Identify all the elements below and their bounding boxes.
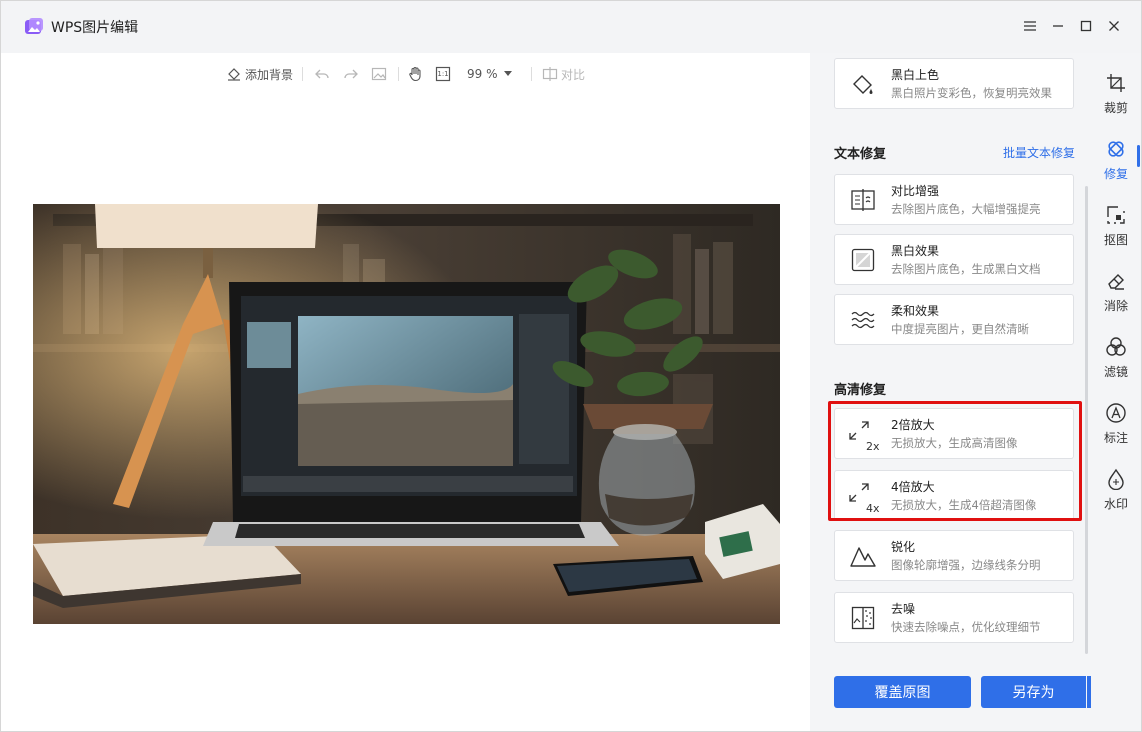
undo-icon bbox=[314, 66, 330, 82]
hd-repair-heading: 高清修复 bbox=[834, 383, 887, 398]
card-desc: 中度提亮图片，更自然清晰 bbox=[891, 321, 1029, 336]
compare-label: 对比 bbox=[561, 67, 586, 82]
repair-icon bbox=[1105, 136, 1127, 162]
paint-bucket-icon bbox=[226, 66, 242, 82]
overwrite-original-button[interactable]: 覆盖原图 bbox=[834, 676, 971, 708]
repair-panel: 黑白上色 黑白照片变彩色，恢复明亮效果 文本修复 批量文本修复 对比增强 去除图… bbox=[810, 53, 1118, 731]
card-title: 去噪 bbox=[891, 601, 916, 616]
hand-icon bbox=[407, 66, 423, 82]
add-background-label: 添加背景 bbox=[245, 67, 294, 82]
rail-label: 标注 bbox=[1103, 431, 1128, 445]
sharpen-card[interactable]: 锐化 图像轮廓增强，边缘线条分明 bbox=[834, 530, 1074, 581]
bw-effect-icon bbox=[835, 247, 891, 273]
zoom-select[interactable]: 99 % bbox=[467, 63, 512, 85]
toolbar-divider bbox=[398, 67, 399, 81]
save-as-button[interactable]: 另存为 bbox=[981, 676, 1086, 708]
card-desc: 黑白照片变彩色，恢复明亮效果 bbox=[891, 85, 1052, 100]
paint-bucket-icon bbox=[835, 71, 891, 97]
add-background-button[interactable]: 添加背景 bbox=[226, 63, 293, 85]
card-desc: 快速去除噪点，优化纹理细节 bbox=[891, 619, 1041, 634]
cutout-icon bbox=[1106, 202, 1126, 228]
app-title: WPS图片编辑 bbox=[51, 20, 139, 36]
toolbar-divider bbox=[302, 67, 303, 81]
card-desc: 图像轮廓增强，边缘线条分明 bbox=[891, 557, 1041, 572]
card-desc: 去除图片底色，生成黑白文档 bbox=[891, 261, 1041, 276]
canvas-toolbar: 添加背景 1:1 99 % 对比 bbox=[1, 63, 810, 87]
rail-label: 修复 bbox=[1103, 167, 1128, 181]
rail-label: 消除 bbox=[1103, 299, 1128, 313]
wps-photo-logo-icon bbox=[24, 17, 44, 37]
rail-label: 抠图 bbox=[1103, 233, 1128, 247]
panel-scrollbar[interactable] bbox=[1085, 186, 1088, 654]
contrast-enhance-icon bbox=[835, 187, 891, 213]
card-title: 锐化 bbox=[891, 539, 916, 554]
tool-rail: 裁剪 修复 抠图 消除 滤镜 标注 水印 bbox=[1091, 53, 1141, 731]
card-desc: 去除图片底色，大幅增强提亮 bbox=[891, 201, 1041, 216]
rail-item-watermark[interactable]: 水印 bbox=[1091, 466, 1141, 522]
eraser-icon bbox=[1106, 268, 1126, 294]
rail-label: 裁剪 bbox=[1103, 101, 1128, 115]
rail-item-annotate[interactable]: 标注 bbox=[1091, 400, 1141, 456]
compare-icon bbox=[542, 66, 558, 82]
rail-item-repair[interactable]: 修复 bbox=[1091, 136, 1141, 192]
rail-item-filter[interactable]: 滤镜 bbox=[1091, 334, 1141, 390]
soft-effect-card[interactable]: 柔和效果 中度提亮图片，更自然清晰 bbox=[834, 294, 1074, 345]
undo-button[interactable] bbox=[314, 63, 330, 85]
rail-label: 水印 bbox=[1103, 497, 1128, 511]
image-button[interactable] bbox=[371, 63, 387, 85]
text-repair-heading: 文本修复 bbox=[834, 147, 887, 162]
redo-button[interactable] bbox=[343, 63, 359, 85]
rail-label: 滤镜 bbox=[1103, 365, 1128, 379]
image-canvas: 添加背景 1:1 99 % 对比 bbox=[1, 53, 810, 731]
soft-wave-icon bbox=[835, 309, 891, 331]
zoom-value: 99 % bbox=[467, 67, 498, 81]
chevron-down-icon bbox=[503, 71, 512, 77]
annotate-icon bbox=[1105, 400, 1127, 426]
title-bar: WPS图片编辑 bbox=[1, 1, 1141, 53]
sharpen-icon bbox=[835, 544, 891, 568]
actual-size-icon: 1:1 bbox=[435, 66, 451, 82]
pan-hand-button[interactable] bbox=[407, 63, 423, 85]
close-button[interactable] bbox=[1104, 16, 1124, 36]
filter-icon bbox=[1105, 334, 1127, 360]
menu-icon[interactable] bbox=[1020, 16, 1040, 36]
maximize-button[interactable] bbox=[1076, 16, 1096, 36]
image-icon bbox=[371, 66, 387, 82]
contrast-enhance-card[interactable]: 对比增强 去除图片底色，大幅增强提亮 bbox=[834, 174, 1074, 225]
compare-button[interactable]: 对比 bbox=[542, 63, 585, 85]
rail-item-cutout[interactable]: 抠图 bbox=[1091, 202, 1141, 258]
rail-item-crop[interactable]: 裁剪 bbox=[1091, 70, 1141, 126]
minimize-button[interactable] bbox=[1048, 16, 1068, 36]
batch-text-repair-link[interactable]: 批量文本修复 bbox=[1003, 144, 1075, 161]
denoise-icon bbox=[835, 605, 891, 631]
card-title: 柔和效果 bbox=[891, 303, 940, 318]
app-window: WPS图片编辑 添加背景 1:1 99 % 对比 黑白上色 黑白照片变彩色，恢复… bbox=[0, 0, 1142, 732]
crop-icon bbox=[1106, 70, 1126, 96]
denoise-card[interactable]: 去噪 快速去除噪点，优化纹理细节 bbox=[834, 592, 1074, 643]
bw-effect-card[interactable]: 黑白效果 去除图片底色，生成黑白文档 bbox=[834, 234, 1074, 285]
actual-size-ratio: 1:1 bbox=[437, 70, 449, 78]
actual-size-button[interactable]: 1:1 bbox=[435, 63, 451, 85]
watermark-icon bbox=[1106, 466, 1126, 492]
card-title: 对比增强 bbox=[891, 183, 940, 198]
edited-photo bbox=[33, 204, 780, 624]
card-title: 黑白上色 bbox=[891, 67, 940, 82]
redo-icon bbox=[343, 66, 359, 82]
upscale-highlight-box bbox=[828, 401, 1082, 521]
rail-item-erase[interactable]: 消除 bbox=[1091, 268, 1141, 324]
toolbar-divider bbox=[531, 67, 532, 81]
bw-colorize-card[interactable]: 黑白上色 黑白照片变彩色，恢复明亮效果 bbox=[834, 58, 1074, 109]
card-title: 黑白效果 bbox=[891, 243, 940, 258]
